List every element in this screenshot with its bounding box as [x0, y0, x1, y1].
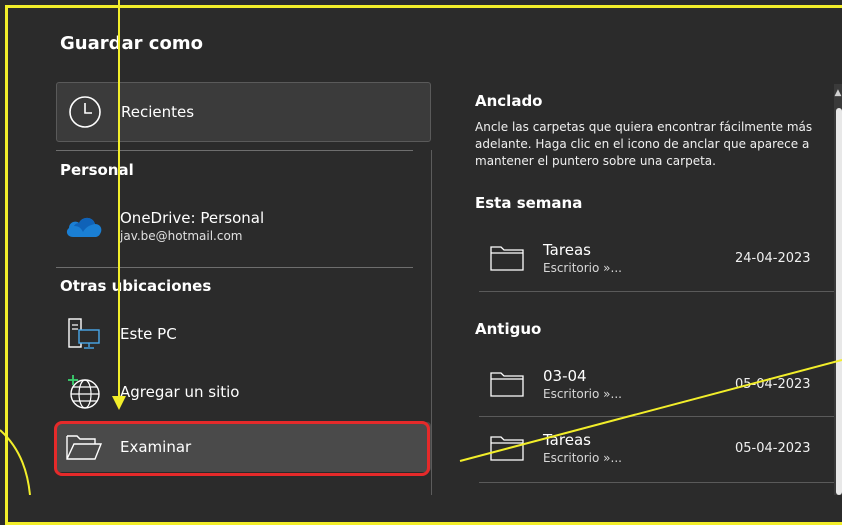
onedrive-name: OneDrive: Personal: [120, 209, 265, 227]
globe-plus-icon: [64, 372, 104, 412]
open-folder-icon: [64, 427, 104, 467]
cloud-icon: [64, 206, 104, 246]
folder-name: 03-04: [543, 367, 587, 385]
scroll-up-icon[interactable]: ▲: [834, 86, 842, 100]
divider: [56, 267, 413, 268]
older-heading: Antiguo: [475, 320, 542, 338]
pinned-heading: Anclado: [475, 92, 543, 110]
folder-date: 05-04-2023: [735, 376, 811, 392]
browse-button[interactable]: Examinar: [56, 422, 431, 472]
folder-icon: [487, 428, 527, 468]
divider: [479, 482, 839, 483]
pinned-description: Ancle las carpetas que quiera encontrar …: [475, 120, 813, 168]
this-week-heading: Esta semana: [475, 194, 583, 212]
scrollbar-thumb[interactable]: [836, 108, 842, 495]
folder-name: Tareas: [543, 431, 591, 449]
annotation-curve: [0, 429, 31, 495]
folder-row[interactable]: Tareas Escritorio »... 05-04-2023: [479, 418, 835, 478]
recent-label: Recientes: [121, 103, 195, 121]
page-title: Guardar como: [60, 33, 203, 54]
add-site-label: Agregar un sitio: [120, 383, 240, 401]
folder-name: Tareas: [543, 241, 591, 259]
folder-date: 05-04-2023: [735, 440, 811, 456]
folder-icon: [487, 238, 527, 278]
folder-row[interactable]: 03-04 Escritorio »... 05-04-2023: [479, 354, 835, 414]
this-pc-label: Este PC: [120, 325, 177, 343]
other-locations-heading: Otras ubicaciones: [60, 277, 212, 295]
folder-date: 24-04-2023: [735, 250, 811, 266]
add-site-button[interactable]: Agregar un sitio: [56, 362, 431, 422]
computer-icon: [64, 314, 104, 354]
folder-path: Escritorio »...: [543, 451, 622, 465]
folder-path: Escritorio »...: [543, 261, 622, 275]
clock-icon: [65, 92, 105, 132]
divider: [479, 416, 839, 417]
divider: [479, 291, 839, 292]
personal-heading: Personal: [60, 161, 134, 179]
panel-separator: [431, 150, 432, 495]
recent-button[interactable]: Recientes: [56, 82, 431, 142]
this-pc-button[interactable]: Este PC: [56, 304, 431, 364]
divider: [56, 150, 413, 151]
onedrive-personal-button[interactable]: OneDrive: Personal jav.be@hotmail.com: [56, 200, 431, 252]
browse-label: Examinar: [120, 438, 192, 456]
folder-icon: [487, 364, 527, 404]
onedrive-email: jav.be@hotmail.com: [120, 229, 243, 243]
folder-path: Escritorio »...: [543, 387, 622, 401]
folder-row[interactable]: Tareas Escritorio »... 24-04-2023: [479, 228, 835, 288]
